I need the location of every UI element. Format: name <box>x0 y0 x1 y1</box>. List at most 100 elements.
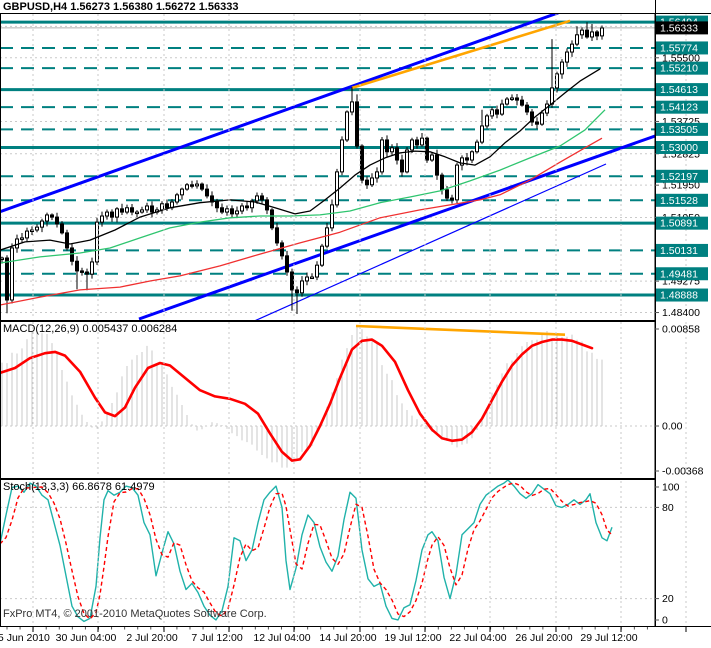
level-price-label: 1.53505 <box>660 124 698 136</box>
candle-bear <box>535 121 539 125</box>
level-price-label: 1.55774 <box>660 42 698 54</box>
candle-bull <box>430 154 434 161</box>
candle-bear <box>60 223 64 234</box>
stoch-axis-label: 100 <box>662 482 680 494</box>
level-price-label: 1.54123 <box>660 102 698 114</box>
candle-bull <box>375 171 379 179</box>
candle-bear <box>385 139 389 153</box>
date-axis-label: 7 Jul 12:00 <box>191 632 243 644</box>
candle-bull <box>370 177 374 186</box>
date-axis-label: 25 Jun 2010 <box>0 632 50 644</box>
candle-bear <box>465 157 469 161</box>
level-price-label: 1.54613 <box>660 84 698 96</box>
date-axis-label: 26 Jul 20:00 <box>515 632 572 644</box>
symbol-title: GBPUSD,H4 1.56273 1.56380 1.56272 1.5633… <box>3 1 239 13</box>
level-price-label: 1.48888 <box>660 290 698 302</box>
candle-bull <box>325 227 329 247</box>
candle-bull <box>240 205 244 212</box>
candle-bear <box>50 214 54 218</box>
candle-bull <box>35 226 39 231</box>
candle-bull <box>350 101 354 113</box>
candle-bull <box>590 31 594 38</box>
candle-bull <box>160 203 164 211</box>
candle-bull <box>140 209 144 213</box>
candle-bull <box>580 29 584 36</box>
candle-bull <box>180 188 184 196</box>
date-axis-label: 29 Jul 12:00 <box>580 632 637 644</box>
candle-bull <box>335 171 339 206</box>
candle-bull <box>490 109 494 117</box>
trendline-channel-upper <box>0 13 563 214</box>
candle-bull <box>255 195 259 202</box>
candle-bear <box>525 104 529 113</box>
candle-bull <box>505 98 509 105</box>
macd-panel <box>0 324 655 468</box>
candle-bull <box>20 237 24 240</box>
candle-bull <box>330 204 334 229</box>
candle-bull <box>570 43 574 53</box>
level-price-label: 1.50891 <box>660 218 698 230</box>
candle-bull <box>225 208 229 213</box>
candle-bull <box>235 210 239 215</box>
date-axis-label: 14 Jul 20:00 <box>319 632 376 644</box>
candle-bull <box>410 139 414 151</box>
candle-bull <box>475 141 479 153</box>
candle-bear <box>230 208 234 215</box>
candle-bear <box>515 97 519 101</box>
candle-bull <box>390 147 394 153</box>
level-price-label: 1.49481 <box>660 268 698 280</box>
platform-watermark: FxPro MT4, © 2001-2010 MetaQuotes Softwa… <box>3 608 267 620</box>
candle-bull <box>550 87 554 105</box>
main-panel <box>0 13 655 320</box>
candle-bear <box>165 203 169 209</box>
candle-bear <box>440 174 444 191</box>
candle-bear <box>425 137 429 161</box>
candle-bear <box>205 188 209 197</box>
candle-bull <box>310 276 314 280</box>
candle-bull <box>510 97 514 100</box>
candle-bear <box>215 201 219 209</box>
trendline-channel-inner <box>255 163 607 320</box>
candle-bull <box>455 164 459 201</box>
candle-bull <box>195 183 199 187</box>
mt4-chart-window: 1.555001.537251.528251.519501.510501.492… <box>0 0 711 648</box>
candle-bull <box>480 125 484 143</box>
candle-bull <box>320 245 324 266</box>
macd-divergence-line <box>355 324 566 336</box>
candle-bear <box>275 227 279 244</box>
candle-bull <box>315 264 319 278</box>
date-axis-label: 30 Jun 04:00 <box>56 632 117 644</box>
price-axis-label: 1.48400 <box>662 307 700 319</box>
candle-bear <box>585 29 589 38</box>
macd-indicator-label: MACD(12,26,9) 0.005437 0.006284 <box>3 323 178 335</box>
candle-bear <box>435 154 439 176</box>
candle-bull <box>25 230 29 239</box>
candle-bear <box>495 109 499 115</box>
candle-bull <box>15 238 19 249</box>
current-price-label: 1.56333 <box>660 22 698 34</box>
candle-bull <box>575 34 579 45</box>
date-axis-label: 22 Jul 04:00 <box>449 632 506 644</box>
candle-bear <box>285 255 289 273</box>
candle-bear <box>75 260 79 272</box>
candle-bull <box>540 112 544 125</box>
candle-bull <box>420 137 424 146</box>
candle-bear <box>445 189 449 199</box>
candle-bull <box>300 280 304 294</box>
candle-bull <box>405 149 409 173</box>
level-price-label: 1.55210 <box>660 63 698 75</box>
level-price-label: 1.50131 <box>660 245 698 257</box>
candle-bull <box>125 207 129 213</box>
date-axis-label: 2 Jul 20:00 <box>126 632 178 644</box>
candle-bear <box>5 257 9 301</box>
candle-bull <box>105 211 109 217</box>
candle-bull <box>90 261 94 275</box>
candle-bull <box>305 276 309 282</box>
candle-bear <box>55 216 59 225</box>
candle-bear <box>360 145 364 181</box>
candle-bear <box>520 99 524 106</box>
candle-bull <box>175 194 179 203</box>
candle-bull <box>565 51 569 63</box>
candle-bear <box>280 242 284 257</box>
macd-signal-line <box>0 338 594 462</box>
